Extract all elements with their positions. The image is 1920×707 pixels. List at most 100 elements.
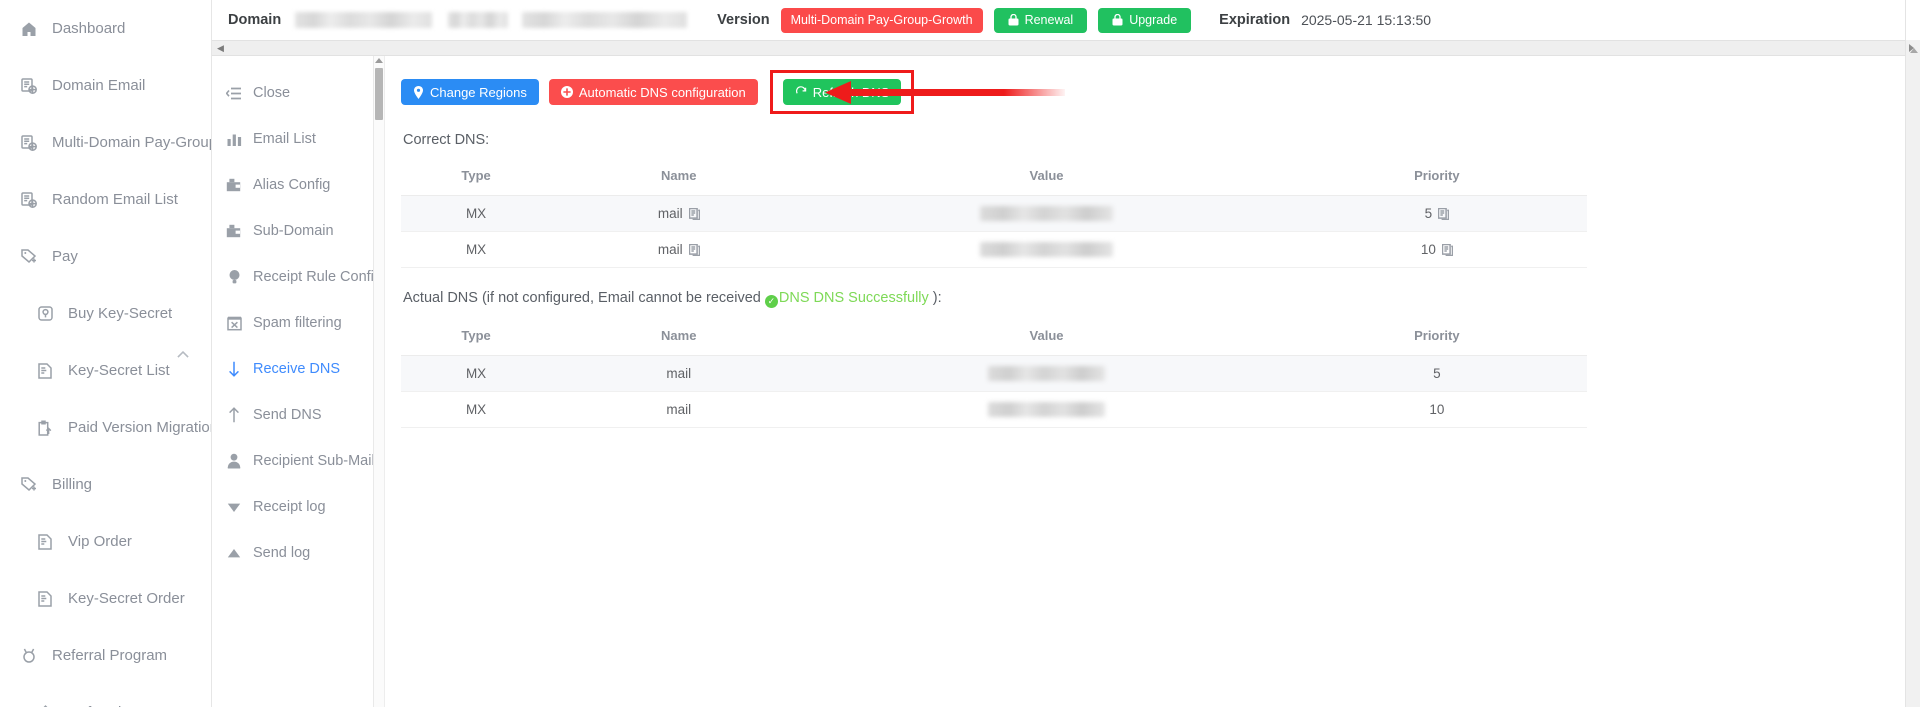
copy-icon[interactable] bbox=[688, 243, 700, 256]
sidebar-item-label: Key-Secret Order bbox=[68, 590, 185, 607]
upgrade-button[interactable]: Upgrade bbox=[1098, 7, 1192, 33]
award-icon bbox=[34, 704, 56, 707]
subnav-item-label: Recipient Sub-Mail bbox=[253, 453, 374, 469]
home-icon bbox=[18, 20, 40, 38]
refresh-dns-button[interactable]: Refresh DNS bbox=[782, 79, 902, 105]
cell-name-wrap: mail bbox=[666, 366, 691, 381]
copy-icon[interactable] bbox=[688, 207, 700, 220]
horizontal-scroll-strip[interactable]: ◀ ▶ bbox=[212, 40, 1920, 56]
cell-priority: 5 bbox=[1424, 206, 1433, 221]
value-redacted bbox=[980, 206, 1114, 222]
sidebar-item-paid-version-migration[interactable]: Paid Version Migration bbox=[0, 399, 211, 456]
domain-value-redacted-2 bbox=[448, 12, 509, 28]
cell-value bbox=[806, 231, 1287, 268]
subnav-item-label: Alias Config bbox=[253, 177, 331, 193]
list-collapse-icon bbox=[224, 85, 244, 101]
content-vertical-scrollbar[interactable] bbox=[374, 56, 385, 707]
refresh-dns-highlight-box: Refresh DNS bbox=[769, 70, 915, 114]
subnav-item-receipt-log[interactable]: Receipt log bbox=[212, 484, 373, 530]
renewal-button-label: Renewal bbox=[1024, 13, 1074, 27]
correct-dns-col-value: Value bbox=[806, 158, 1287, 196]
key-box-icon bbox=[34, 305, 56, 323]
subnav-item-alias-config[interactable]: Alias Config bbox=[212, 162, 373, 208]
subnav-item-label: Email List bbox=[253, 131, 316, 147]
cell-type: MX bbox=[401, 195, 552, 232]
sidebar-item-vip-order[interactable]: Vip Order bbox=[0, 513, 211, 570]
page-vertical-scrollbar[interactable] bbox=[1905, 0, 1920, 707]
subnav-item-receipt-rule-config[interactable]: Receipt Rule Config bbox=[212, 254, 373, 300]
cell-name: mail bbox=[666, 366, 692, 381]
doc-list-icon bbox=[34, 362, 56, 380]
change-regions-button[interactable]: Change Regions bbox=[401, 79, 539, 105]
body-row: Close Email List Alias Config Sub-Domain Rec… bbox=[212, 56, 1920, 707]
correct-dns-col-name: Name bbox=[551, 158, 807, 196]
subnav-item-close[interactable]: Close bbox=[212, 70, 373, 116]
sidebar-item-buy-key-secret[interactable]: Buy Key-Secret bbox=[0, 285, 211, 342]
sidebar-item-key-secret-order[interactable]: Key-Secret Order bbox=[0, 570, 211, 627]
sidebar-item-billing[interactable]: Billing bbox=[0, 350, 211, 513]
sidebar-item-random-email-list[interactable]: Random Email List bbox=[0, 171, 211, 228]
actual-dns-header-row: Type Name Value Priority bbox=[401, 318, 1587, 356]
sidebar-item-label: Random Email List bbox=[52, 191, 178, 208]
doc-list-icon bbox=[34, 590, 56, 608]
actual-dns-col-name: Name bbox=[551, 318, 807, 356]
scrollbar-top-spacer bbox=[1906, 0, 1920, 40]
actual-dns-col-value: Value bbox=[806, 318, 1287, 356]
sidebar-item-referral-program[interactable]: Referral Program bbox=[0, 350, 211, 684]
wallet-icon bbox=[224, 223, 244, 239]
sidebar-item-label: Paid Version Migration bbox=[68, 419, 211, 436]
scroll-thumb[interactable] bbox=[375, 68, 383, 120]
correct-dns-col-type: Type bbox=[401, 158, 552, 196]
automatic-dns-configuration-button[interactable]: Automatic DNS configuration bbox=[548, 79, 758, 105]
table-row: MX mail 5 bbox=[401, 355, 1587, 392]
sidebar-item-label: Pay bbox=[52, 248, 78, 265]
cell-priority-wrap: 10 bbox=[1421, 242, 1453, 257]
domain-value-redacted-3 bbox=[522, 12, 688, 28]
subnav-item-send-dns[interactable]: Send DNS bbox=[212, 392, 373, 438]
domain-label: Domain bbox=[228, 12, 282, 28]
location-pin-icon bbox=[413, 85, 424, 99]
table-row: MX mail 10 bbox=[401, 391, 1587, 428]
subnav-item-receive-dns[interactable]: Receive DNS bbox=[212, 346, 373, 392]
upload-doc-icon bbox=[34, 419, 56, 437]
check-circle-icon: ✓ bbox=[764, 295, 778, 308]
upgrade-button-label: Upgrade bbox=[1129, 13, 1178, 27]
main-column: Domain Version Multi-Domain Pay-Group-Gr… bbox=[212, 0, 1920, 707]
subnav-item-recipient-sub-mail[interactable]: Recipient Sub-Mail bbox=[212, 438, 373, 484]
subnav-item-email-list[interactable]: Email List bbox=[212, 116, 373, 162]
refresh-icon bbox=[795, 86, 807, 98]
subnav-item-label: Receipt log bbox=[253, 499, 326, 515]
subnav-item-sub-domain[interactable]: Sub-Domain bbox=[212, 208, 373, 254]
sidebar-item-referral-program[interactable]: Referral Program bbox=[0, 684, 211, 707]
scroll-left-caret-icon[interactable]: ◀ bbox=[217, 44, 224, 53]
sidebar-item-dashboard[interactable]: Dashboard bbox=[0, 0, 211, 57]
sidebar-item-multi-domain-pay-group[interactable]: Multi-Domain Pay-Group bbox=[0, 114, 211, 171]
cell-priority-wrap: 5 bbox=[1433, 366, 1441, 381]
actual-dns-title-prefix: Actual DNS (if not configured, Email can… bbox=[403, 290, 765, 306]
plus-circle-icon bbox=[560, 86, 573, 98]
dns-toolbar: Change Regions Automatic DNS configurati… bbox=[401, 70, 1920, 114]
sidebar-item-label: Billing bbox=[52, 476, 93, 493]
lock-icon-2 bbox=[1112, 14, 1123, 26]
sidebar-item-label: Domain Email bbox=[52, 77, 146, 94]
chevron-up-icon[interactable] bbox=[177, 345, 189, 362]
correct-dns-title: Correct DNS: bbox=[403, 132, 490, 148]
subnav-item-spam-filtering[interactable]: Spam filtering bbox=[212, 300, 373, 346]
page-scroll-up-arrow-icon[interactable] bbox=[1910, 48, 1918, 53]
triangle-down-icon bbox=[224, 499, 244, 515]
cell-value bbox=[806, 391, 1287, 428]
sidebar-item-pay[interactable]: Pay bbox=[0, 228, 211, 357]
cell-type: MX bbox=[401, 231, 552, 268]
scroll-up-arrow-icon[interactable] bbox=[375, 58, 383, 63]
renewal-button[interactable]: Renewal bbox=[993, 7, 1088, 33]
copy-icon[interactable] bbox=[1438, 207, 1450, 220]
bulb-icon bbox=[224, 269, 244, 285]
tag-icon bbox=[18, 248, 40, 266]
change-regions-label: Change Regions bbox=[430, 84, 527, 100]
value-redacted bbox=[988, 366, 1106, 382]
cell-name-wrap: mail bbox=[666, 402, 691, 417]
version-label: Version bbox=[717, 12, 770, 28]
sidebar-item-domain-email[interactable]: Domain Email bbox=[0, 57, 211, 114]
copy-icon[interactable] bbox=[1441, 243, 1453, 256]
subnav-item-send-log[interactable]: Send log bbox=[212, 530, 373, 576]
